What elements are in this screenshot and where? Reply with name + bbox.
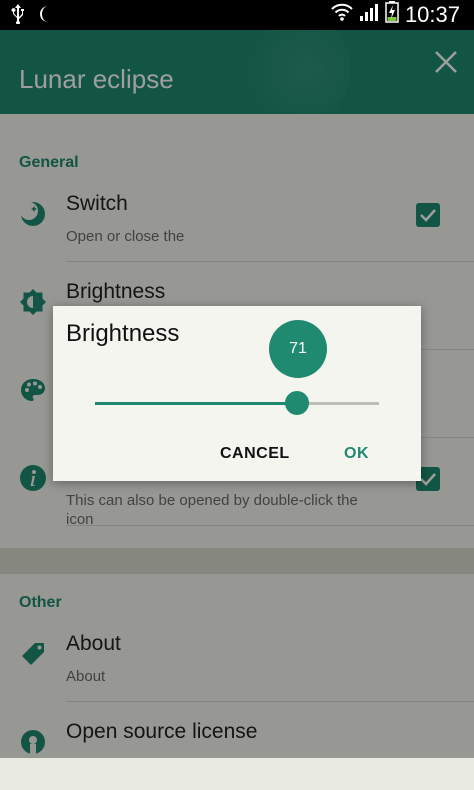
moon-icon [36,4,54,29]
status-left [10,4,54,29]
wifi-icon [331,2,353,27]
battery-charging-icon [385,1,399,28]
status-right: 10:37 [331,1,460,28]
signal-icon [359,2,379,27]
slider-thumb[interactable] [284,391,309,415]
brightness-slider[interactable] [95,391,379,415]
status-bar: 10:37 [0,0,474,30]
status-time: 10:37 [404,1,460,27]
brightness-dialog: Brightness 71 CANCEL OK [53,306,421,481]
slider-fill [95,402,297,405]
ok-button[interactable]: OK [344,445,369,463]
dialog-title: Brightness [66,320,180,347]
cancel-button[interactable]: CANCEL [220,445,290,463]
slider-value-bubble: 71 [269,320,327,378]
usb-icon [10,4,26,29]
